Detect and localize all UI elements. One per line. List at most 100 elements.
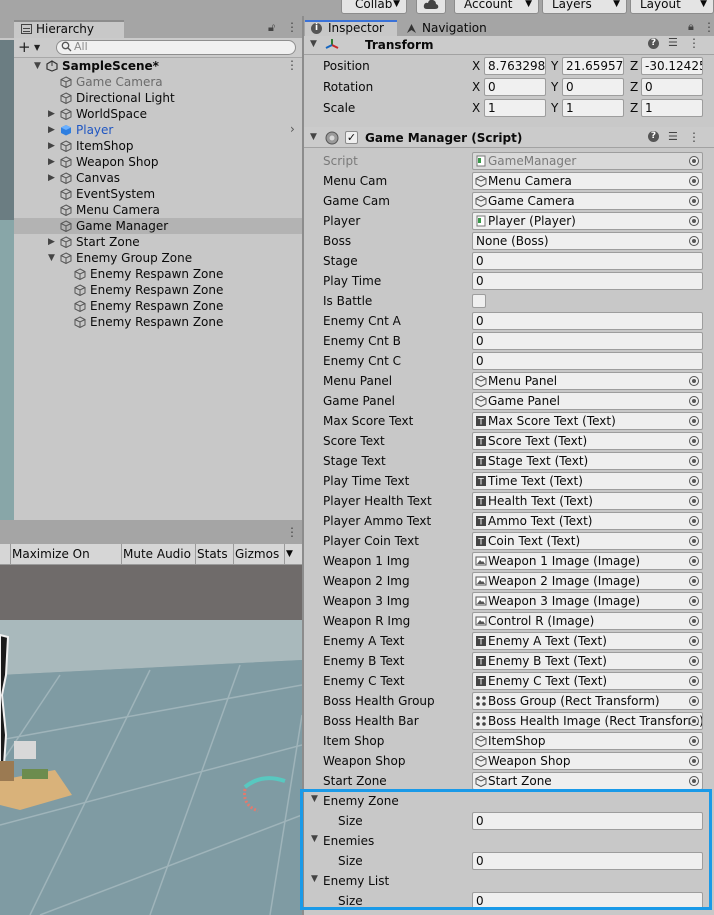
object-picker-icon[interactable] (689, 236, 699, 246)
object-picker-icon[interactable] (689, 156, 699, 166)
hierarchy-item[interactable]: ▼ Enemy Group Zone (14, 250, 302, 266)
preset-icon[interactable]: ☰ (668, 130, 678, 143)
foldout-closed-icon[interactable]: ▶ (48, 235, 55, 249)
more-options-icon[interactable]: ⋮ (688, 36, 700, 50)
foldout-open-icon[interactable]: ▼ (34, 59, 41, 73)
hierarchy-item[interactable]: EventSystem (14, 186, 302, 202)
object-field[interactable]: Start Zone (472, 772, 703, 790)
layout-button[interactable]: Layout ▼ (630, 0, 714, 14)
object-picker-icon[interactable] (689, 216, 699, 226)
object-picker-icon[interactable] (689, 536, 699, 546)
foldout-closed-icon[interactable]: ▶ (48, 107, 55, 121)
foldout-open-icon[interactable]: ▼ (48, 251, 55, 265)
preset-icon[interactable]: ☰ (668, 36, 678, 49)
object-field[interactable]: Control R (Image) (472, 612, 703, 630)
object-field[interactable]: Weapon Shop (472, 752, 703, 770)
more-options-icon[interactable]: ⋮ (688, 130, 700, 144)
chevron-right-icon[interactable]: › (290, 122, 295, 136)
object-field[interactable]: T Enemy B Text (Text) (472, 652, 703, 670)
transform-z-field[interactable]: -30.12425 (641, 57, 703, 75)
transform-y-field[interactable]: 21.65957 (562, 57, 624, 75)
hierarchy-item[interactable]: ▶ Player › (14, 122, 302, 138)
number-field[interactable]: 0 (472, 252, 703, 270)
layers-button[interactable]: Layers ▼ (542, 0, 627, 14)
transform-x-field[interactable]: 1 (484, 99, 546, 117)
collab-button[interactable]: Collab ▼ (341, 0, 407, 14)
object-field[interactable]: T Time Text (Text) (472, 472, 703, 490)
hierarchy-item[interactable]: ▶ Canvas (14, 170, 302, 186)
transform-z-field[interactable]: 1 (641, 99, 703, 117)
lock-icon[interactable]: 🔓︎ (268, 21, 278, 35)
tab-navigation[interactable]: Navigation (422, 21, 487, 35)
axis-y-label[interactable]: Y (551, 59, 558, 73)
hierarchy-item[interactable]: ▶ Weapon Shop (14, 154, 302, 170)
number-field[interactable]: 0 (472, 352, 703, 370)
foldout-closed-icon[interactable]: ▶ (48, 155, 55, 169)
object-field[interactable]: Game Camera (472, 192, 703, 210)
object-field[interactable]: T Health Text (Text) (472, 492, 703, 510)
axis-z-label[interactable]: Z (630, 59, 638, 73)
object-picker-icon[interactable] (689, 736, 699, 746)
object-field[interactable]: Player (Player) (472, 212, 703, 230)
chevron-down-icon[interactable]: ▼ (34, 43, 40, 52)
object-field[interactable]: T Ammo Text (Text) (472, 512, 703, 530)
foldout-closed-icon[interactable]: ▶ (48, 171, 55, 185)
hierarchy-item[interactable]: Game Manager (14, 218, 302, 234)
hierarchy-item[interactable]: Enemy Respawn Zone (14, 298, 302, 314)
help-icon[interactable]: ? (648, 38, 659, 49)
object-picker-icon[interactable] (689, 436, 699, 446)
hierarchy-item[interactable]: Menu Camera (14, 202, 302, 218)
object-picker-icon[interactable] (689, 596, 699, 606)
hierarchy-item[interactable]: Directional Light (14, 90, 302, 106)
object-picker-icon[interactable] (689, 196, 699, 206)
axis-x-label[interactable]: X (472, 80, 480, 94)
object-picker-icon[interactable] (689, 636, 699, 646)
maximize-on-play-button[interactable]: Maximize On Play (10, 544, 118, 581)
more-options-icon[interactable]: ⋮ (286, 58, 298, 72)
axis-z-label[interactable]: Z (630, 80, 638, 94)
object-picker-icon[interactable] (689, 616, 699, 626)
object-picker-icon[interactable] (689, 676, 699, 686)
foldout-open-icon[interactable]: ▼ (310, 39, 317, 49)
object-field[interactable]: Menu Camera (472, 172, 703, 190)
object-field[interactable]: T Max Score Text (Text) (472, 412, 703, 430)
hierarchy-search-input[interactable] (56, 40, 296, 55)
hierarchy-item[interactable]: ▶ ItemShop (14, 138, 302, 154)
foldout-closed-icon[interactable]: ▶ (48, 139, 55, 153)
transform-x-field[interactable]: 8.763298 (484, 57, 546, 75)
hierarchy-item[interactable]: ▼ SampleScene* ⋮ (14, 58, 302, 74)
object-picker-icon[interactable] (689, 416, 699, 426)
game-view-render[interactable] (0, 565, 302, 915)
object-picker-icon[interactable] (689, 656, 699, 666)
number-field[interactable]: 0 (472, 272, 703, 290)
hierarchy-item[interactable]: Enemy Respawn Zone (14, 266, 302, 282)
chevron-down-icon[interactable]: ▼ (284, 544, 302, 565)
object-picker-icon[interactable] (689, 716, 699, 726)
hierarchy-item[interactable]: ▶ Start Zone (14, 234, 302, 250)
axis-y-label[interactable]: Y (551, 80, 558, 94)
account-button[interactable]: Account ▼ (454, 0, 539, 14)
axis-x-label[interactable]: X (472, 101, 480, 115)
object-picker-icon[interactable] (689, 696, 699, 706)
object-field[interactable]: ItemShop (472, 732, 703, 750)
cloud-button[interactable] (416, 0, 446, 14)
axis-z-label[interactable]: Z (630, 101, 638, 115)
object-picker-icon[interactable] (689, 456, 699, 466)
object-field[interactable]: Weapon 2 Image (Image) (472, 572, 703, 590)
hierarchy-item[interactable]: Enemy Respawn Zone (14, 314, 302, 330)
transform-x-field[interactable]: 0 (484, 78, 546, 96)
hierarchy-item[interactable]: ▶ WorldSpace (14, 106, 302, 122)
object-field[interactable]: Game Panel (472, 392, 703, 410)
object-field[interactable]: T Stage Text (Text) (472, 452, 703, 470)
transform-y-field[interactable]: 0 (562, 78, 624, 96)
object-picker-icon[interactable] (689, 376, 699, 386)
lock-icon[interactable]: 🔒︎ (688, 20, 694, 34)
object-picker-icon[interactable] (689, 576, 699, 586)
object-field[interactable]: T Coin Text (Text) (472, 532, 703, 550)
axis-x-label[interactable]: X (472, 59, 480, 73)
transform-y-field[interactable]: 1 (562, 99, 624, 117)
object-field[interactable]: Weapon 1 Image (Image) (472, 552, 703, 570)
is-battle-checkbox[interactable] (472, 294, 486, 308)
object-picker-icon[interactable] (689, 556, 699, 566)
transform-z-field[interactable]: 0 (641, 78, 703, 96)
